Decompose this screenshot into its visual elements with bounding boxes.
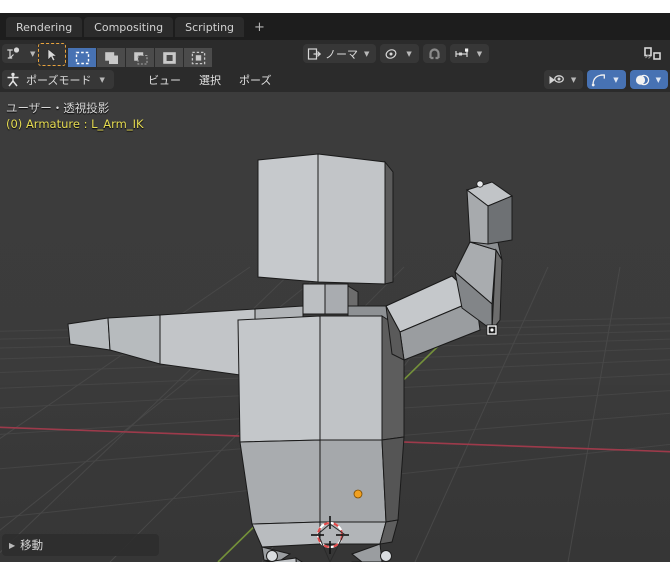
viewport-shading-icon[interactable] <box>640 44 668 63</box>
transform-orientation-group[interactable]: ▼ <box>2 44 39 63</box>
viewport-header-right: ▼ ▼ ▼ <box>543 70 668 89</box>
operator-redo-panel[interactable]: ▶ 移動 <box>2 534 159 556</box>
operator-name-label: 移動 <box>20 538 44 552</box>
head-side-dark <box>384 160 394 285</box>
proportional-editing-group[interactable]: ▼ <box>449 44 490 63</box>
menu-select-label: 選択 <box>199 73 221 87</box>
menu-pose-label: ポーズ <box>239 73 272 87</box>
bone-origin-marker <box>353 489 363 499</box>
workspace-tab-label: Rendering <box>16 20 73 34</box>
workspace-tab-label: Scripting <box>185 20 235 34</box>
mode-selector-dropdown[interactable]: ▼ <box>96 76 107 84</box>
neck-front-left <box>302 283 326 315</box>
viewport-canvas <box>0 92 670 562</box>
head-right-face <box>317 153 386 285</box>
show-overlays-dropdown[interactable]: ▼ <box>653 76 664 84</box>
mode-selector[interactable]: ポーズモード ▼ <box>2 70 114 89</box>
transform-pivot-label: ノーマ <box>325 47 358 61</box>
torso-lower-left <box>239 439 321 525</box>
snap-toggle[interactable] <box>422 44 446 63</box>
workspace-tab-compositing[interactable]: Compositing <box>84 17 174 37</box>
show-overlays-group[interactable]: ▼ <box>629 70 668 89</box>
transform-orientation-icon[interactable] <box>2 44 27 63</box>
select-mode-extend[interactable] <box>97 48 125 67</box>
transform-tools-group: ノーマ ▼ ▼ ▼ <box>303 44 490 63</box>
cursor-arrow-icon <box>47 47 58 61</box>
show-gizmo-dropdown[interactable]: ▼ <box>610 76 621 84</box>
torso-upper-right <box>319 315 383 441</box>
window-top-strip <box>0 0 670 13</box>
magnet-icon <box>427 47 442 61</box>
workspace-tab-scripting[interactable]: Scripting <box>175 17 245 37</box>
object-type-visibility-group[interactable]: ▼ <box>543 70 584 89</box>
blender-window: Rendering Compositing Scripting + ▼ ノーマ … <box>0 0 670 562</box>
head-left-face <box>257 153 319 283</box>
transform-pivot-dropdown[interactable]: ▼ <box>361 50 372 58</box>
topbar: Rendering Compositing Scripting + <box>0 13 670 40</box>
select-mode-intersect[interactable] <box>184 48 212 67</box>
add-workspace-button[interactable]: + <box>246 17 273 37</box>
pivot-icon <box>307 47 322 61</box>
overlays-icon <box>634 73 650 87</box>
proportional-editing-icon <box>454 47 471 61</box>
select-mode-subtract[interactable] <box>126 48 154 67</box>
menu-pose[interactable]: ポーズ <box>231 70 279 89</box>
transform-orientation-dropdown[interactable]: ▼ <box>27 50 38 58</box>
viewport-menu-bar: ビュー 選択 ポーズ <box>140 70 279 89</box>
workspace-tab-label: Compositing <box>94 20 164 34</box>
select-mode-set[interactable] <box>68 48 96 67</box>
neck-front-right <box>324 283 349 315</box>
object-type-visibility-dropdown[interactable]: ▼ <box>568 76 579 84</box>
menu-view[interactable]: ビュー <box>140 70 189 89</box>
3d-viewport[interactable]: ユーザー・透視投影 (0) Armature : L_Arm_IK ▶ 移動 <box>0 92 670 562</box>
pivot-point-dropdown[interactable]: ▼ <box>403 50 414 58</box>
gizmo-icon <box>591 73 607 87</box>
add-workspace-label: + <box>254 19 265 35</box>
pivot-point-icon <box>384 47 400 61</box>
eye-icon <box>548 73 565 87</box>
disclosure-triangle-icon[interactable]: ▶ <box>9 541 15 550</box>
mode-selector-label: ポーズモード <box>26 73 92 87</box>
show-gizmo-group[interactable]: ▼ <box>587 70 626 89</box>
transform-pivot-group[interactable]: ノーマ ▼ <box>303 44 377 63</box>
torso-upper-left <box>237 315 321 443</box>
torso-lower-right <box>319 439 387 523</box>
menu-select[interactable]: 選択 <box>191 70 229 89</box>
workspace-tab-list: Rendering Compositing Scripting + <box>6 17 273 37</box>
menu-view-label: ビュー <box>148 73 181 87</box>
select-mode-invert[interactable] <box>155 48 183 67</box>
tweak-select-tool-button[interactable] <box>38 43 66 66</box>
proportional-editing-dropdown[interactable]: ▼ <box>474 50 485 58</box>
tool-header-right <box>640 44 668 63</box>
ik-target-handle <box>486 324 498 336</box>
pivot-point-group[interactable]: ▼ <box>380 44 419 63</box>
pose-mode-icon <box>5 72 21 87</box>
workspace-tab-rendering[interactable]: Rendering <box>6 17 83 37</box>
hips-left <box>251 521 321 548</box>
